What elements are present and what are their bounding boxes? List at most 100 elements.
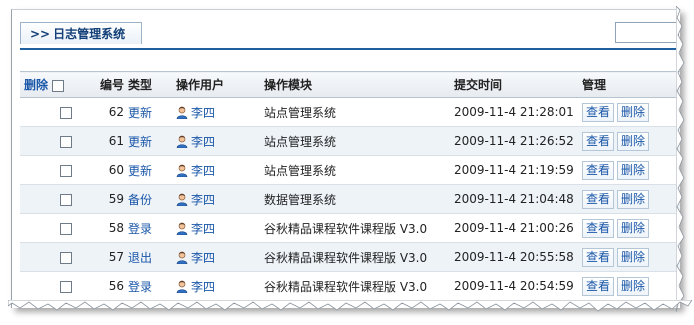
- row-type-cell: 更新: [128, 126, 176, 156]
- delete-button[interactable]: 删除: [617, 189, 650, 209]
- table-row: 62 更新 李四 站点管理系统 2009-11-4 21:28:01 查看 删除: [20, 97, 680, 127]
- row-actions: 查看 删除: [582, 155, 680, 185]
- user-icon: [176, 164, 188, 177]
- row-checkbox[interactable]: [60, 135, 72, 148]
- row-time: 2009-11-4 20:55:58: [454, 242, 582, 272]
- delete-button[interactable]: 删除: [617, 102, 650, 122]
- torn-edge-bottom: [8, 300, 692, 312]
- view-button[interactable]: 查看: [582, 218, 615, 238]
- delete-button[interactable]: 删除: [617, 247, 650, 267]
- user-icon: [176, 280, 188, 293]
- row-module: 谷秋精品课程软件课程版 V3.0: [264, 242, 454, 272]
- row-user-cell: 李四: [176, 155, 264, 185]
- col-user-header: 操作用户: [176, 71, 264, 98]
- row-select-cell: [20, 242, 78, 272]
- row-user-cell: 李四: [176, 184, 264, 214]
- col-manage-header: 管理: [582, 71, 680, 98]
- row-actions: 查看 删除: [582, 184, 680, 214]
- header-bar: >> 日志管理系统: [12, 10, 680, 60]
- row-user-link[interactable]: 李四: [191, 164, 215, 178]
- view-button[interactable]: 查看: [582, 131, 615, 151]
- row-module: 站点管理系统: [264, 97, 454, 127]
- row-user-cell: 李四: [176, 242, 264, 272]
- col-id-header: 编号: [78, 71, 128, 98]
- row-type-cell: 登录: [128, 213, 176, 243]
- log-table: 删除 编号 类型 操作用户 操作模块 提交时间 管理 62 更新 李四 站点管理…: [20, 71, 680, 301]
- row-module: 谷秋精品课程软件课程版 V3.0: [264, 271, 454, 301]
- row-id: 62: [78, 97, 128, 127]
- delete-button[interactable]: 删除: [617, 160, 650, 180]
- table-row: 60 更新 李四 站点管理系统 2009-11-4 21:19:59 查看 删除: [20, 155, 680, 185]
- row-module: 站点管理系统: [264, 155, 454, 185]
- view-button[interactable]: 查看: [582, 102, 615, 122]
- row-user-link[interactable]: 李四: [191, 193, 215, 207]
- page-title-tab: >> 日志管理系统: [20, 22, 142, 44]
- row-select-cell: [20, 97, 78, 127]
- row-user-link[interactable]: 李四: [191, 222, 215, 236]
- select-all-checkbox[interactable]: [52, 79, 65, 92]
- table-row: 58 登录 李四 谷秋精品课程软件课程版 V3.0 2009-11-4 21:0…: [20, 213, 680, 243]
- row-user-link[interactable]: 李四: [191, 135, 215, 149]
- row-actions: 查看 删除: [582, 97, 680, 127]
- row-id: 56: [78, 271, 128, 301]
- view-button[interactable]: 查看: [582, 160, 615, 180]
- row-user-cell: 李四: [176, 97, 264, 127]
- row-time: 2009-11-4 21:19:59: [454, 155, 582, 185]
- row-user-link[interactable]: 李四: [191, 106, 215, 120]
- row-id: 57: [78, 242, 128, 272]
- header-divider: [20, 48, 680, 50]
- delete-button[interactable]: 删除: [617, 276, 650, 296]
- user-icon: [176, 251, 188, 264]
- row-checkbox[interactable]: [60, 222, 72, 235]
- row-type-link[interactable]: 登录: [128, 222, 152, 236]
- row-type-cell: 退出: [128, 242, 176, 272]
- row-checkbox[interactable]: [60, 193, 72, 206]
- delete-button[interactable]: 删除: [617, 218, 650, 238]
- row-checkbox[interactable]: [60, 164, 72, 177]
- view-button[interactable]: 查看: [582, 189, 615, 209]
- row-select-cell: [20, 213, 78, 243]
- window-frame: >>日志管理系统 删除 编号 类型 操作用户 操作模块 提交时间 管理 62: [11, 9, 680, 308]
- row-user-cell: 李四: [176, 213, 264, 243]
- row-user-cell: 李四: [176, 126, 264, 156]
- row-type-cell: 登录: [128, 271, 176, 301]
- user-icon: [176, 222, 188, 235]
- row-user-link[interactable]: 李四: [191, 251, 215, 265]
- row-time: 2009-11-4 21:28:01: [454, 97, 582, 127]
- row-time: 2009-11-4 21:04:48: [454, 184, 582, 214]
- view-button[interactable]: 查看: [582, 247, 615, 267]
- bulk-delete-link[interactable]: 删除: [24, 78, 48, 92]
- title-arrows: >>: [30, 27, 51, 41]
- table-row: 57 退出 李四 谷秋精品课程软件课程版 V3.0 2009-11-4 20:5…: [20, 242, 680, 272]
- row-module: 谷秋精品课程软件课程版 V3.0: [264, 213, 454, 243]
- row-type-link[interactable]: 更新: [128, 135, 152, 149]
- row-type-cell: 备份: [128, 184, 176, 214]
- table-header-row: 删除 编号 类型 操作用户 操作模块 提交时间 管理: [20, 71, 680, 98]
- row-checkbox[interactable]: [60, 280, 72, 293]
- row-actions: 查看 删除: [582, 242, 680, 272]
- row-type-link[interactable]: 登录: [128, 280, 152, 294]
- row-type-link[interactable]: 备份: [128, 193, 152, 207]
- view-button[interactable]: 查看: [582, 276, 615, 296]
- user-icon: [176, 135, 188, 148]
- row-user-link[interactable]: 李四: [191, 280, 215, 294]
- row-module: 站点管理系统: [264, 126, 454, 156]
- delete-button[interactable]: 删除: [617, 131, 650, 151]
- row-id: 58: [78, 213, 128, 243]
- search-input[interactable]: [615, 22, 679, 43]
- page-title: 日志管理系统: [53, 27, 126, 41]
- row-user-cell: 李四: [176, 271, 264, 301]
- row-select-cell: [20, 155, 78, 185]
- row-checkbox[interactable]: [60, 106, 72, 119]
- row-type-link[interactable]: 更新: [128, 106, 152, 120]
- row-module: 数据管理系统: [264, 184, 454, 214]
- row-checkbox[interactable]: [60, 251, 72, 264]
- row-select-cell: [20, 184, 78, 214]
- torn-edge-right: [676, 6, 685, 312]
- row-type-link[interactable]: 退出: [128, 251, 152, 265]
- row-type-link[interactable]: 更新: [128, 164, 152, 178]
- row-time: 2009-11-4 21:00:26: [454, 213, 582, 243]
- user-icon: [176, 106, 188, 119]
- table-row: 56 登录 李四 谷秋精品课程软件课程版 V3.0 2009-11-4 20:5…: [20, 271, 680, 301]
- row-id: 61: [78, 126, 128, 156]
